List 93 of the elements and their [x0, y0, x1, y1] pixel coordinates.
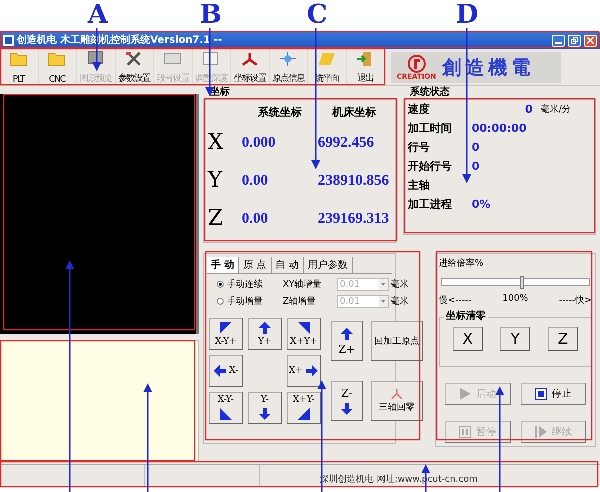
- arrow-icon: [213, 364, 228, 378]
- field-label: XY轴增量: [283, 278, 323, 291]
- machine-coordinate: 6992.456: [318, 134, 376, 152]
- run-button[interactable]: 停止: [520, 383, 586, 405]
- system-coordinate: 0.000: [242, 134, 277, 152]
- status-value: 0: [472, 141, 480, 154]
- restore-icon: [571, 37, 578, 44]
- action-button[interactable]: 三轴回零: [371, 381, 423, 421]
- tools-icon: [125, 51, 144, 67]
- status-label: 开始行号: [408, 159, 453, 174]
- jog-button[interactable]: Z+: [331, 321, 363, 361]
- logo-icon: [406, 54, 427, 72]
- action-button[interactable]: 回加工原点: [371, 321, 423, 361]
- folder-icon: [10, 51, 28, 67]
- pause-icon: [459, 426, 472, 438]
- annotation-letter: A: [88, 0, 108, 30]
- parallelogram-icon: [318, 51, 336, 67]
- close-icon: [587, 37, 594, 44]
- zero-button[interactable]: Y: [500, 327, 530, 351]
- slow-label: 慢<-----: [439, 294, 472, 307]
- zero-button[interactable]: Z: [548, 327, 578, 351]
- triangle-icon: [219, 321, 233, 335]
- slider-thumb[interactable]: [520, 276, 524, 289]
- group-title: 坐标清零: [444, 311, 488, 323]
- triangle-icon: [219, 407, 233, 421]
- panel-icon: [164, 51, 182, 67]
- jog-button[interactable]: Y+: [248, 318, 282, 350]
- radio-option[interactable]: 手动连续: [217, 278, 281, 291]
- axis-label: X: [208, 130, 225, 156]
- machine-coordinate: 239169.313: [318, 210, 390, 228]
- system-coordinate: 0.00: [242, 172, 270, 190]
- stop-icon: [534, 388, 547, 400]
- annotation-letter: D: [456, 0, 479, 30]
- arrow-icon: [258, 321, 272, 335]
- app-icon: [3, 35, 14, 46]
- arrow-icon: [258, 407, 272, 421]
- status-value: 0%: [472, 198, 491, 211]
- triangle-icon: [297, 321, 311, 335]
- unit-label: 毫米: [391, 278, 409, 291]
- feed-slider[interactable]: [441, 278, 590, 286]
- status-label: 行号: [408, 140, 431, 155]
- annotation-letter: B: [200, 0, 222, 30]
- status-value: 0: [525, 103, 533, 116]
- jog-button[interactable]: X+Y-: [287, 392, 321, 424]
- jog-button[interactable]: Y-: [248, 392, 282, 424]
- zero-button[interactable]: X: [452, 327, 483, 351]
- status-label: 速度: [408, 102, 431, 117]
- arrow-icon: [340, 326, 354, 340]
- jog-button[interactable]: X-Y+: [209, 318, 243, 350]
- tripod-icon: [391, 388, 403, 398]
- crosshair-icon: [279, 51, 298, 67]
- tab[interactable]: 手 动: [207, 257, 240, 273]
- toolbar-button[interactable]: 原点信息: [270, 49, 308, 85]
- toolbar-button[interactable]: 参数设置: [116, 49, 154, 85]
- axes-icon: [240, 51, 259, 67]
- caret-icon: [381, 283, 386, 286]
- jog-button[interactable]: X+Y+: [287, 318, 321, 350]
- status-value: 0: [472, 160, 480, 173]
- triangle-icon: [297, 407, 311, 421]
- axis-label: Z: [208, 206, 224, 232]
- jog-button[interactable]: X+: [287, 355, 321, 387]
- fast-label: -----快>: [559, 294, 592, 307]
- machine-coordinate: 238910.856: [318, 172, 390, 190]
- field-label: Z轴增量: [283, 296, 318, 308]
- jog-button[interactable]: X-Y-: [209, 392, 243, 424]
- close-button[interactable]: [584, 34, 597, 46]
- arrow-icon: [304, 364, 319, 378]
- play-icon: [459, 388, 472, 400]
- status-value: 00:00:00: [472, 122, 527, 135]
- minimize-button[interactable]: [552, 34, 565, 46]
- status-label: 加工时间: [408, 121, 453, 136]
- panel-icon: [202, 51, 220, 67]
- axis-label: Y: [208, 168, 224, 194]
- group-title: 系统状态: [408, 87, 452, 99]
- jog-button[interactable]: X-: [209, 355, 243, 387]
- unit-label: 毫米: [391, 295, 409, 308]
- status-label: 主轴: [408, 178, 431, 193]
- status-label: 加工进程: [408, 197, 453, 212]
- toolbar-button[interactable]: 坐标设置: [231, 49, 270, 85]
- unit-label: 毫米/分: [540, 103, 571, 116]
- folder-icon: [48, 51, 66, 67]
- resume-icon: [534, 426, 547, 438]
- arrow-icon: [340, 402, 354, 416]
- restore-button[interactable]: [568, 34, 581, 46]
- jog-button[interactable]: Z-: [331, 381, 363, 421]
- feed-title: 进给倍率%: [439, 258, 485, 270]
- column-header: 系统坐标: [257, 104, 303, 120]
- caret-icon: [381, 300, 386, 303]
- system-coordinate: 0.00: [242, 210, 270, 228]
- feed-reading: 100%: [502, 294, 528, 306]
- column-header: 机床坐标: [331, 104, 378, 120]
- radio-option[interactable]: 手动增量: [217, 295, 281, 308]
- annotation-letter: C: [307, 0, 328, 30]
